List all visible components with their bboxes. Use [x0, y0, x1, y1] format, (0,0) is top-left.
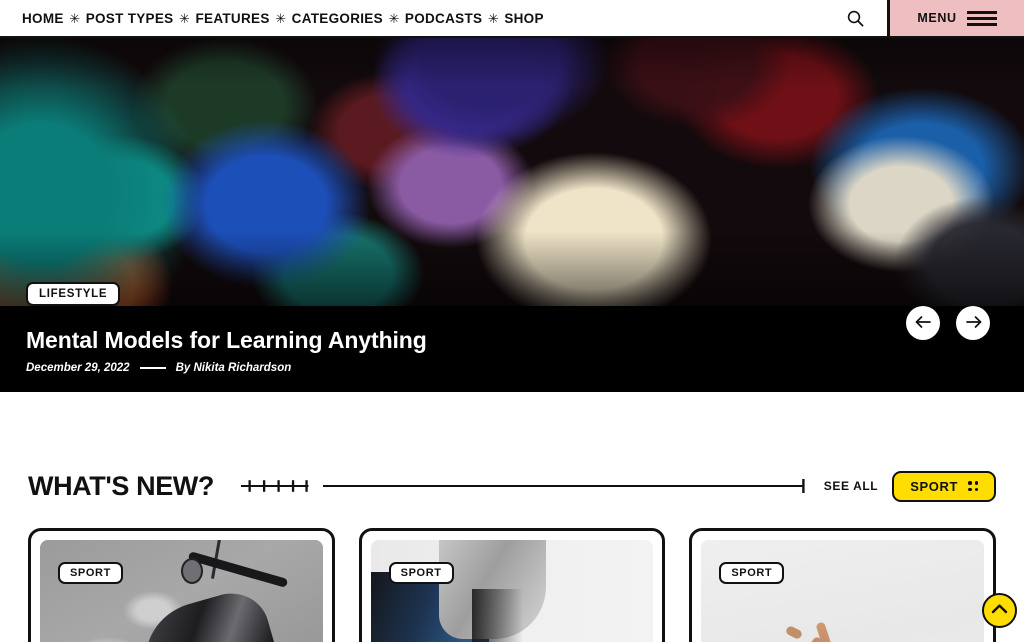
arrow-right-icon [965, 315, 982, 332]
post-card[interactable]: SPORT [358, 528, 666, 642]
post-card-grid: SPORT SPORT SPORT [0, 528, 1024, 642]
hero-carousel: LIFESTYLE Mental Models for Learning Any… [0, 38, 1024, 392]
hero-author: By Nikita Richardson [175, 362, 292, 374]
nav-separator-asterisk-icon: ✳ [275, 10, 287, 26]
nav-link-categories[interactable]: CATEGORIES [292, 11, 383, 26]
section-header: WHAT'S NEW? SEE ALL SPORT [0, 444, 1024, 528]
see-all-link[interactable]: SEE ALL [824, 479, 878, 493]
page-root: HOME ✳ POST TYPES ✳ FEATURES ✳ CATEGORIE… [0, 0, 1024, 642]
primary-nav: HOME ✳ POST TYPES ✳ FEATURES ✳ CATEGORIE… [0, 0, 824, 36]
divider-rule [323, 478, 805, 494]
category-filter-label: SPORT [910, 478, 958, 494]
carousel-controls [906, 306, 990, 340]
carousel-next-button[interactable] [956, 306, 990, 340]
nav-separator-asterisk-icon: ✳ [179, 10, 190, 26]
hamburger-icon [966, 10, 997, 26]
nav-separator-asterisk-icon: ✳ [388, 10, 400, 26]
byline-divider [139, 367, 166, 369]
post-category-badge[interactable]: SPORT [719, 562, 785, 584]
nav-separator-asterisk-icon: ✳ [69, 10, 81, 26]
post-category-badge[interactable]: SPORT [58, 562, 123, 584]
menu-button-label: MENU [917, 11, 957, 25]
search-icon [847, 10, 864, 27]
scroll-to-top-button[interactable] [982, 593, 1017, 628]
post-card[interactable]: SPORT [28, 528, 335, 642]
menu-button[interactable]: MENU [890, 0, 1024, 36]
nav-link-podcasts[interactable]: PODCASTS [405, 11, 482, 26]
hero-featured-image [0, 38, 1024, 306]
post-thumbnail: SPORT [701, 540, 985, 642]
hero-title[interactable]: Mental Models for Learning Anything [26, 327, 427, 354]
post-thumbnail: SPORT [370, 540, 654, 642]
arrow-left-icon [915, 315, 932, 332]
category-filter-sport-button[interactable]: SPORT [892, 470, 996, 502]
nav-link-shop[interactable]: SHOP [504, 11, 543, 26]
chevron-up-icon [991, 602, 1008, 620]
post-thumbnail: SPORT [40, 540, 323, 642]
tick-rule-decoration [240, 480, 309, 492]
nav-separator-asterisk-icon: ✳ [487, 10, 499, 26]
search-button[interactable] [824, 0, 890, 36]
hero-byline: December 29, 2022 By Nikita Richardson [26, 362, 291, 374]
top-navigation-bar: HOME ✳ POST TYPES ✳ FEATURES ✳ CATEGORIE… [0, 0, 1024, 38]
section-title: WHAT'S NEW? [28, 470, 214, 501]
nav-link-features[interactable]: FEATURES [195, 11, 269, 26]
nav-link-post-types[interactable]: POST TYPES [86, 11, 174, 26]
post-category-badge[interactable]: SPORT [388, 562, 454, 584]
nav-link-home[interactable]: HOME [22, 11, 64, 26]
post-card[interactable]: SPORT [689, 528, 997, 642]
carousel-prev-button[interactable] [906, 306, 940, 340]
hero-meta-panel: LIFESTYLE Mental Models for Learning Any… [0, 282, 1024, 392]
grid-dots-icon [968, 481, 978, 491]
hero-category-badge[interactable]: LIFESTYLE [26, 282, 121, 306]
hero-date: December 29, 2022 [26, 362, 130, 374]
